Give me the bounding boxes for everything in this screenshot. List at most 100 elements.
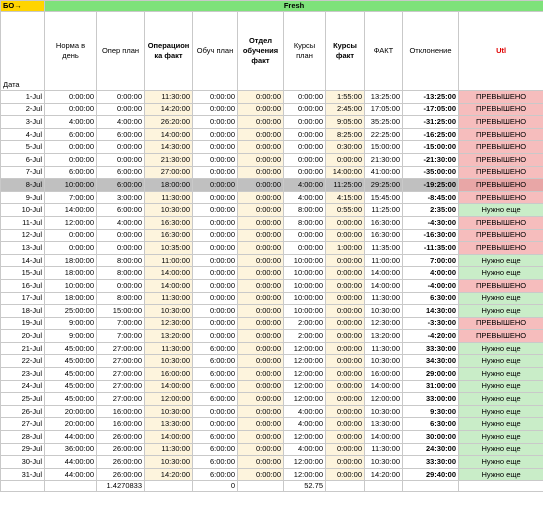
cell-norm[interactable]: 44:00:00 xyxy=(44,455,97,469)
table-row[interactable]: 26-Jul 20:00:00 16:00:00 10:30:00 0:00:00 0:0… xyxy=(0,404,543,419)
cell-courses-fact[interactable]: 0:00:00 xyxy=(325,253,365,268)
cell-norm[interactable]: 7:00:00 xyxy=(44,190,97,205)
cell-train-fact[interactable]: 0:00:00 xyxy=(237,241,284,255)
cell-oper-plan[interactable]: 0:00:00 xyxy=(96,241,145,255)
cell-oper-plan[interactable]: 3:00:00 xyxy=(96,190,145,205)
column-header-courses-plan[interactable]: Курсы план xyxy=(283,11,326,91)
cell-courses-plan[interactable]: 0:00:00 xyxy=(283,127,326,142)
cell-oper-plan[interactable]: 8:00:00 xyxy=(96,253,145,268)
cell-oper-fact[interactable]: 16:30:00 xyxy=(144,228,193,243)
cell-courses-plan[interactable]: 10:00:00 xyxy=(283,278,326,293)
cell-courses-plan[interactable]: 8:00:00 xyxy=(283,215,326,230)
cell-fact[interactable]: 10:30:00 xyxy=(364,404,403,419)
cell-norm[interactable]: 36:00:00 xyxy=(44,442,97,457)
cell-norm[interactable]: 0:00:00 xyxy=(44,152,97,167)
cell-courses-plan[interactable]: 12:00:00 xyxy=(283,430,326,444)
cell-norm[interactable]: 18:00:00 xyxy=(44,266,97,280)
cell-oper-fact[interactable]: 14:00:00 xyxy=(144,379,193,394)
cell-courses-fact[interactable]: 4:15:00 xyxy=(325,190,365,205)
cell-date[interactable]: 7-Jul xyxy=(0,165,45,180)
cell-norm[interactable]: 10:00:00 xyxy=(44,178,97,192)
cell-train-fact[interactable]: 0:00:00 xyxy=(237,329,284,343)
cell-oper-plan[interactable]: 0:00:00 xyxy=(96,152,145,167)
cell-util[interactable]: Нужно еще xyxy=(457,392,543,406)
cell-oper-plan[interactable]: 26:00:00 xyxy=(96,442,145,457)
cell-deviation[interactable]: 33:30:00 xyxy=(402,341,459,356)
cell-date[interactable]: 6-Jul xyxy=(0,152,45,167)
cell-util[interactable]: ПРЕВЫШЕНО xyxy=(457,178,543,192)
cell-util[interactable]: ПРЕВЫШЕНО xyxy=(457,241,543,255)
cell-courses-fact[interactable]: 0:00:00 xyxy=(325,367,365,381)
table-row[interactable]: 12-Jul 0:00:00 0:00:00 16:30:00 0:00:00 0:00:… xyxy=(0,228,543,243)
cell-util[interactable]: Нужно еще xyxy=(457,404,543,419)
cell-norm[interactable]: 10:00:00 xyxy=(44,278,97,293)
cell-oper-plan[interactable]: 0:00:00 xyxy=(96,140,145,154)
cell-date[interactable]: 30-Jul xyxy=(0,455,45,469)
cell-oper-plan[interactable]: 8:00:00 xyxy=(96,291,145,306)
cell-courses-fact[interactable]: 0:00:00 xyxy=(325,379,365,394)
table-row[interactable]: 14-Jul 18:00:00 8:00:00 11:00:00 0:00:00 0:00… xyxy=(0,253,543,268)
cell-deviation[interactable]: 4:00:00 xyxy=(402,266,459,280)
cell-courses-fact[interactable]: 0:00:00 xyxy=(325,455,365,469)
cell-fact[interactable]: 14:00:00 xyxy=(364,266,403,280)
cell-deviation[interactable]: -19:25:00 xyxy=(402,178,459,192)
footer-cell-courses-fact[interactable] xyxy=(325,480,365,493)
cell-norm[interactable]: 12:00:00 xyxy=(44,215,97,230)
cell-oper-fact[interactable]: 14:20:00 xyxy=(144,102,193,117)
cell-oper-fact[interactable]: 16:00:00 xyxy=(144,367,193,381)
cell-train-fact[interactable]: 0:00:00 xyxy=(237,278,284,293)
cell-oper-fact[interactable]: 11:00:00 xyxy=(144,253,193,268)
cell-courses-plan[interactable]: 12:00:00 xyxy=(283,341,326,356)
table-row[interactable]: 21-Jul 45:00:00 27:00:00 11:30:00 6:00:00 0:0… xyxy=(0,341,543,356)
cell-courses-fact[interactable]: 0:00:00 xyxy=(325,430,365,444)
cell-train-fact[interactable]: 0:00:00 xyxy=(237,190,284,205)
cell-courses-fact[interactable]: 0:30:00 xyxy=(325,140,365,154)
cell-fact[interactable]: 11:00:00 xyxy=(364,253,403,268)
cell-deviation[interactable]: -4:00:00 xyxy=(402,278,459,293)
cell-train-fact[interactable]: 0:00:00 xyxy=(237,316,284,331)
cell-courses-fact[interactable]: 0:00:00 xyxy=(325,341,365,356)
cell-oper-fact[interactable]: 10:35:00 xyxy=(144,241,193,255)
cell-util[interactable]: Нужно еще xyxy=(457,354,543,369)
cell-norm[interactable]: 18:00:00 xyxy=(44,291,97,306)
cell-train-plan[interactable]: 0:00:00 xyxy=(192,190,238,205)
cell-util[interactable]: Нужно еще xyxy=(457,442,543,457)
cell-train-plan[interactable]: 0:00:00 xyxy=(192,241,238,255)
cell-train-plan[interactable]: 6:00:00 xyxy=(192,392,238,406)
cell-fact[interactable]: 41:00:00 xyxy=(364,165,403,180)
cell-train-fact[interactable]: 0:00:00 xyxy=(237,291,284,306)
cell-oper-fact[interactable]: 10:30:00 xyxy=(144,304,193,318)
cell-util[interactable]: ПРЕВЫШЕНО xyxy=(457,228,543,243)
table-row[interactable]: 30-Jul 44:00:00 26:00:00 10:30:00 6:00:00 0:0… xyxy=(0,455,543,469)
cell-util[interactable]: Нужно еще xyxy=(457,253,543,268)
cell-date[interactable]: 21-Jul xyxy=(0,341,45,356)
cell-norm[interactable]: 0:00:00 xyxy=(44,90,97,104)
cell-oper-fact[interactable]: 18:00:00 xyxy=(144,178,193,192)
cell-courses-fact[interactable]: 0:00:00 xyxy=(325,291,365,306)
cell-oper-plan[interactable]: 4:00:00 xyxy=(96,115,145,129)
cell-util[interactable]: Нужно еще xyxy=(457,341,543,356)
cell-fact[interactable]: 16:30:00 xyxy=(364,228,403,243)
cell-date[interactable]: 20-Jul xyxy=(0,329,45,343)
cell-oper-plan[interactable]: 6:00:00 xyxy=(96,127,145,142)
cell-date[interactable]: 5-Jul xyxy=(0,140,45,154)
cell-train-fact[interactable]: 0:00:00 xyxy=(237,266,284,280)
table-row[interactable]: 25-Jul 45:00:00 27:00:00 12:00:00 6:00:00 0:0… xyxy=(0,392,543,406)
cell-courses-plan[interactable]: 10:00:00 xyxy=(283,304,326,318)
table-row[interactable]: 27-Jul 20:00:00 16:00:00 13:30:00 0:00:00 0:0… xyxy=(0,417,543,432)
cell-util[interactable]: Нужно еще xyxy=(457,304,543,318)
cell-oper-plan[interactable]: 7:00:00 xyxy=(96,329,145,343)
cell-courses-plan[interactable]: 10:00:00 xyxy=(283,253,326,268)
cell-deviation[interactable]: -31:25:00 xyxy=(402,115,459,129)
cell-norm[interactable]: 44:00:00 xyxy=(44,430,97,444)
column-header-fact[interactable]: ФАКТ xyxy=(364,11,403,91)
cell-courses-plan[interactable]: 0:00:00 xyxy=(283,241,326,255)
cell-train-plan[interactable]: 0:00:00 xyxy=(192,329,238,343)
cell-deviation[interactable]: -21:30:00 xyxy=(402,152,459,167)
cell-oper-plan[interactable]: 16:00:00 xyxy=(96,404,145,419)
cell-fact[interactable]: 11:35:00 xyxy=(364,241,403,255)
cell-courses-fact[interactable]: 0:00:00 xyxy=(325,228,365,243)
cell-courses-fact[interactable]: 0:00:00 xyxy=(325,417,365,432)
cell-oper-fact[interactable]: 27:00:00 xyxy=(144,165,193,180)
cell-deviation[interactable]: 2:35:00 xyxy=(402,203,459,217)
